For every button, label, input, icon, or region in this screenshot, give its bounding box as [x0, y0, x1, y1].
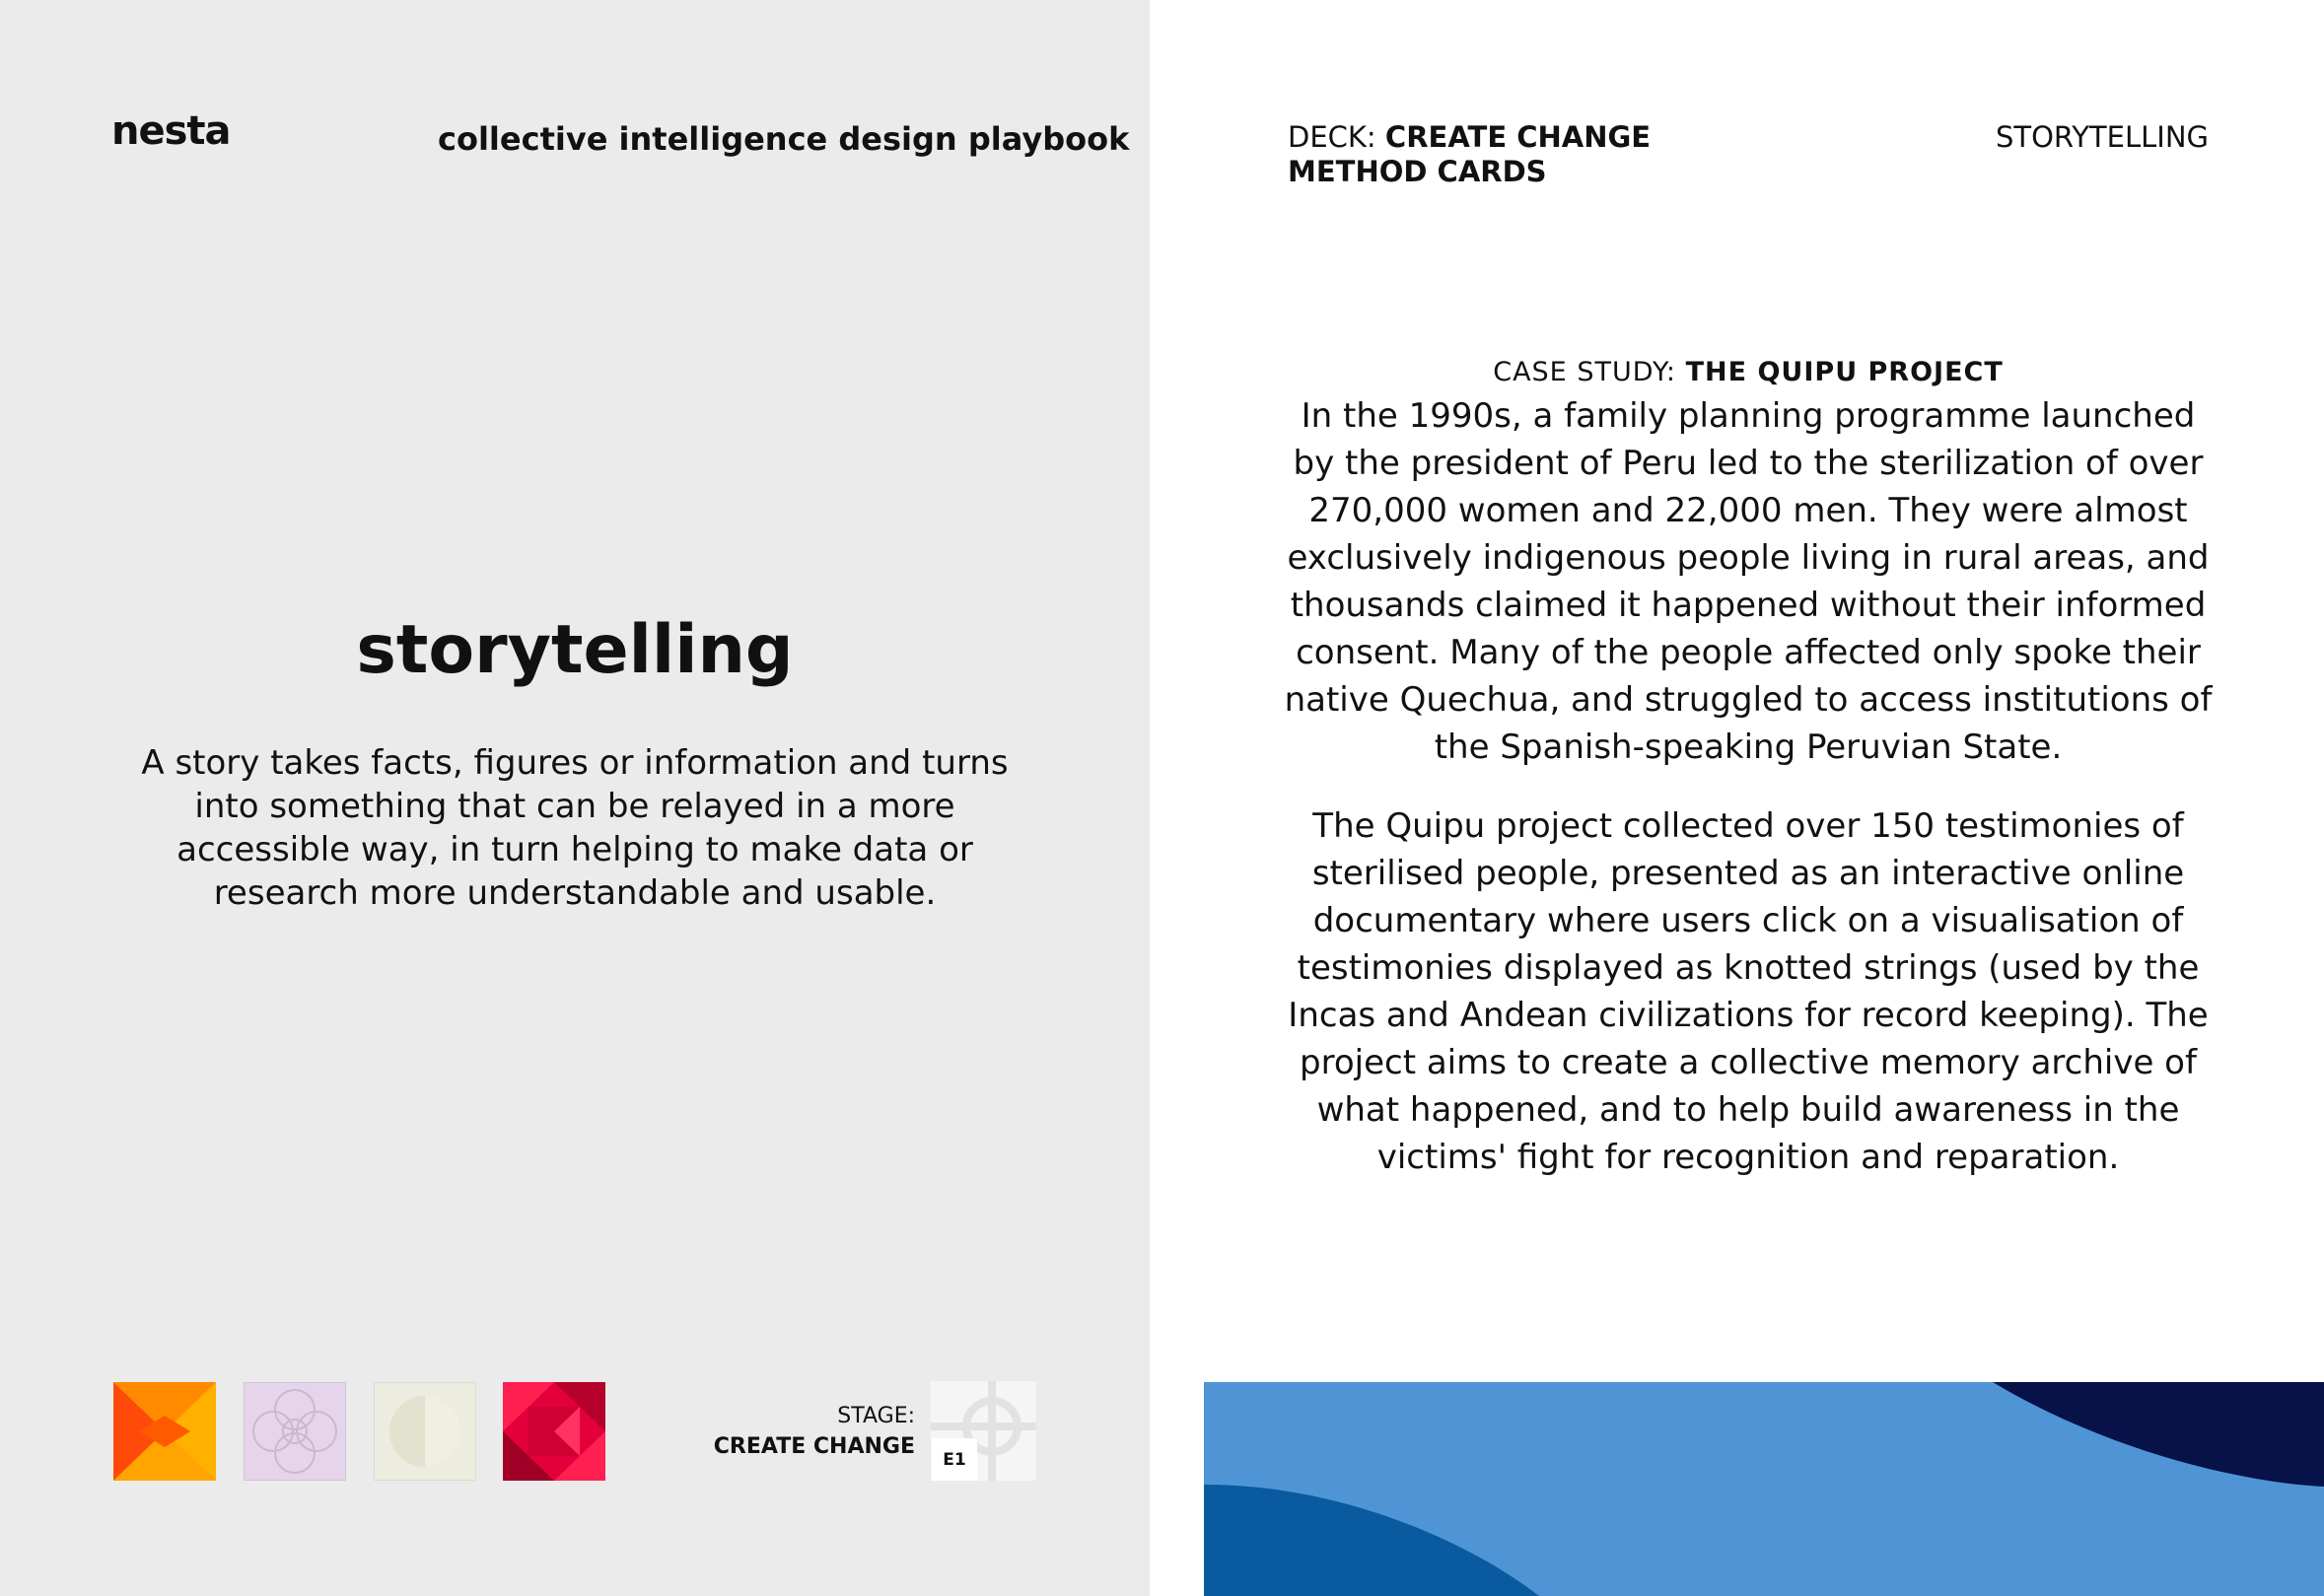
case-study-prefix: CASE STUDY: — [1493, 357, 1686, 387]
card-back — [1150, 0, 2324, 1596]
case-study-paragraph-1: In the 1990s, a family planning programm… — [1284, 396, 2213, 767]
deck-subtitle: METHOD CARDS — [1288, 155, 1547, 188]
deck-label: DECK: CREATE CHANGE METHOD CARDS — [1288, 120, 1651, 189]
stage-code: E1 — [932, 1438, 977, 1481]
stage-value: CREATE CHANGE — [713, 1434, 915, 1459]
card-description: A story takes facts, figures or informat… — [141, 743, 1009, 913]
card-front: nesta collective intelligence design pla… — [0, 0, 1150, 1596]
deck-prefix: DECK: — [1288, 120, 1385, 154]
orange-chevron-icon — [113, 1382, 216, 1481]
lilac-circles-icon — [244, 1382, 346, 1481]
card-title: storytelling — [356, 611, 794, 689]
topic-label: STORYTELLING — [1995, 120, 2209, 154]
case-study-paragraph-2: The Quipu project collected over 150 tes… — [1288, 806, 2209, 1177]
red-triangles-icon — [503, 1382, 605, 1481]
blue-wave-graphic — [1204, 1382, 2324, 1596]
playbook-title: collective intelligence design playbook — [438, 120, 1130, 158]
stage-label: STAGE: — [837, 1404, 915, 1428]
beige-circle-icon — [374, 1382, 476, 1481]
case-study-title: CASE STUDY: THE QUIPU PROJECT — [1288, 357, 2209, 387]
deck-name: CREATE CHANGE — [1384, 120, 1652, 154]
nesta-logo: nesta — [111, 108, 232, 154]
case-study-name: THE QUIPU PROJECT — [1685, 357, 2004, 387]
